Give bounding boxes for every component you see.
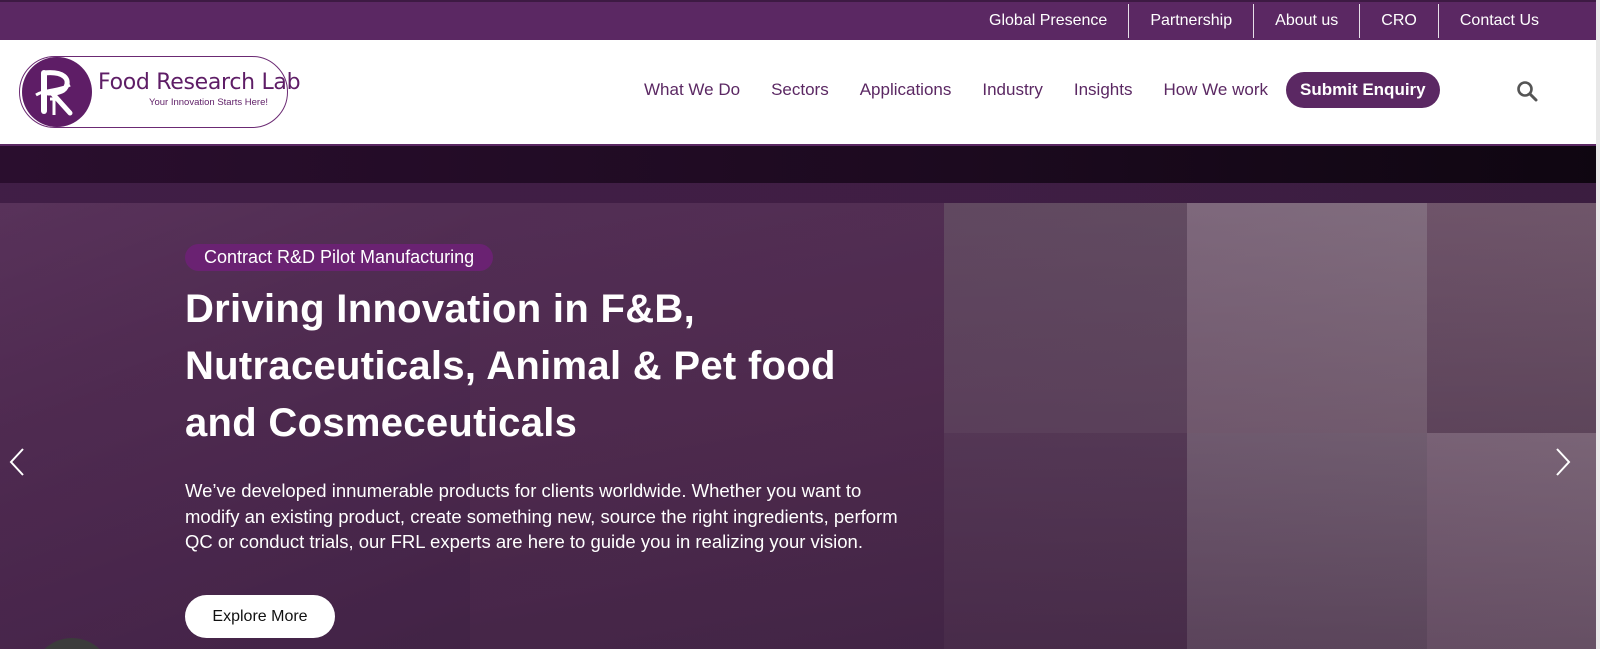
explore-more-button[interactable]: Explore More xyxy=(185,595,335,638)
hero-headline: Driving Innovation in F&B, Nutraceutical… xyxy=(185,287,836,445)
scrollbar-track[interactable] xyxy=(1596,0,1600,649)
logo-mark-icon xyxy=(22,57,92,127)
top-utility-bar: Global Presence Partnership About us CRO… xyxy=(0,0,1600,40)
top-link-partnership[interactable]: Partnership xyxy=(1128,4,1253,38)
slider-next-arrow-icon[interactable] xyxy=(1552,446,1574,478)
search-icon[interactable] xyxy=(1515,79,1539,103)
hero-description: We’ve developed innumerable products for… xyxy=(185,480,898,552)
logo-tagline: Your Innovation Starts Here! xyxy=(149,97,268,108)
logo-title: Food Research Lab xyxy=(98,70,301,95)
slider-prev-arrow-icon[interactable] xyxy=(6,446,28,478)
header-shadow-band xyxy=(0,146,1600,183)
site-logo[interactable]: Food Research Lab Your Innovation Starts… xyxy=(19,56,301,128)
top-link-about-us[interactable]: About us xyxy=(1253,4,1359,38)
main-header: Food Research Lab Your Innovation Starts… xyxy=(0,40,1600,146)
top-link-global-presence[interactable]: Global Presence xyxy=(968,4,1128,38)
nav-what-we-do[interactable]: What We Do xyxy=(644,80,740,100)
top-link-cro[interactable]: CRO xyxy=(1359,4,1438,38)
main-nav: What We Do Sectors Applications Industry… xyxy=(644,40,1440,140)
top-links: Global Presence Partnership About us CRO… xyxy=(968,2,1560,40)
nav-sectors[interactable]: Sectors xyxy=(771,80,829,100)
nav-how-we-work[interactable]: How We work xyxy=(1163,80,1268,100)
nav-applications[interactable]: Applications xyxy=(860,80,952,100)
nav-insights[interactable]: Insights xyxy=(1074,80,1133,100)
nav-industry[interactable]: Industry xyxy=(982,80,1042,100)
submit-enquiry-button[interactable]: Submit Enquiry xyxy=(1286,72,1440,108)
hero-slider: Contract R&D Pilot Manufacturing Driving… xyxy=(0,183,1600,649)
hero-badge: Contract R&D Pilot Manufacturing xyxy=(185,244,494,271)
top-link-contact-us[interactable]: Contact Us xyxy=(1437,4,1560,38)
